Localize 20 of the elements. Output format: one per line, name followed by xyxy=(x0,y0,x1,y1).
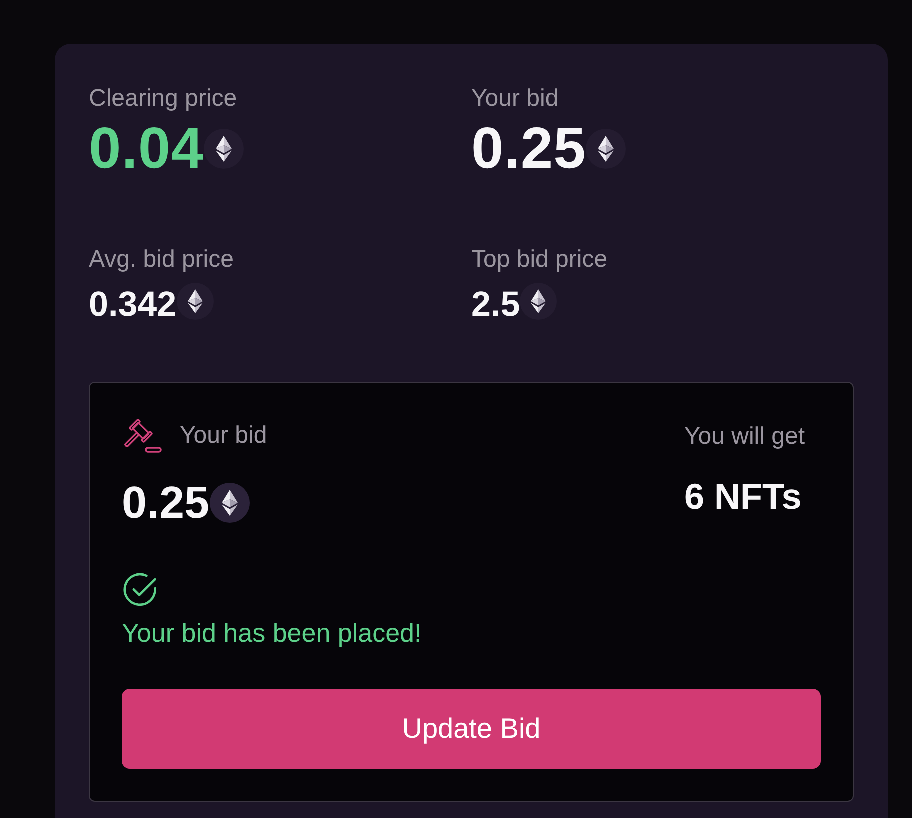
stat-value: 0.342 xyxy=(89,284,177,326)
ethereum-icon xyxy=(176,282,214,320)
stat-label: Clearing price xyxy=(89,84,238,114)
status-message: Your bid has been placed! xyxy=(122,617,423,649)
bid-label: Your bid xyxy=(180,421,268,451)
stat-label: Top bid price xyxy=(472,245,609,275)
stat-value: 0.25 xyxy=(472,115,586,183)
ethereum-icon xyxy=(204,129,244,169)
receive-label: You will get xyxy=(684,422,805,452)
receive-value: 6 NFTs xyxy=(684,475,803,519)
stat-value: 0.04 xyxy=(89,115,204,183)
ethereum-icon xyxy=(210,483,250,523)
ethereum-icon xyxy=(520,282,558,320)
stat-label: Avg. bid price xyxy=(89,245,235,275)
bid-value: 0.25 xyxy=(122,476,210,530)
stat-label: Your bid xyxy=(472,84,560,114)
ethereum-icon xyxy=(586,129,626,169)
stat-value: 2.5 xyxy=(472,284,520,326)
gavel-icon xyxy=(122,417,164,455)
update-bid-button[interactable]: Update Bid xyxy=(122,689,821,769)
